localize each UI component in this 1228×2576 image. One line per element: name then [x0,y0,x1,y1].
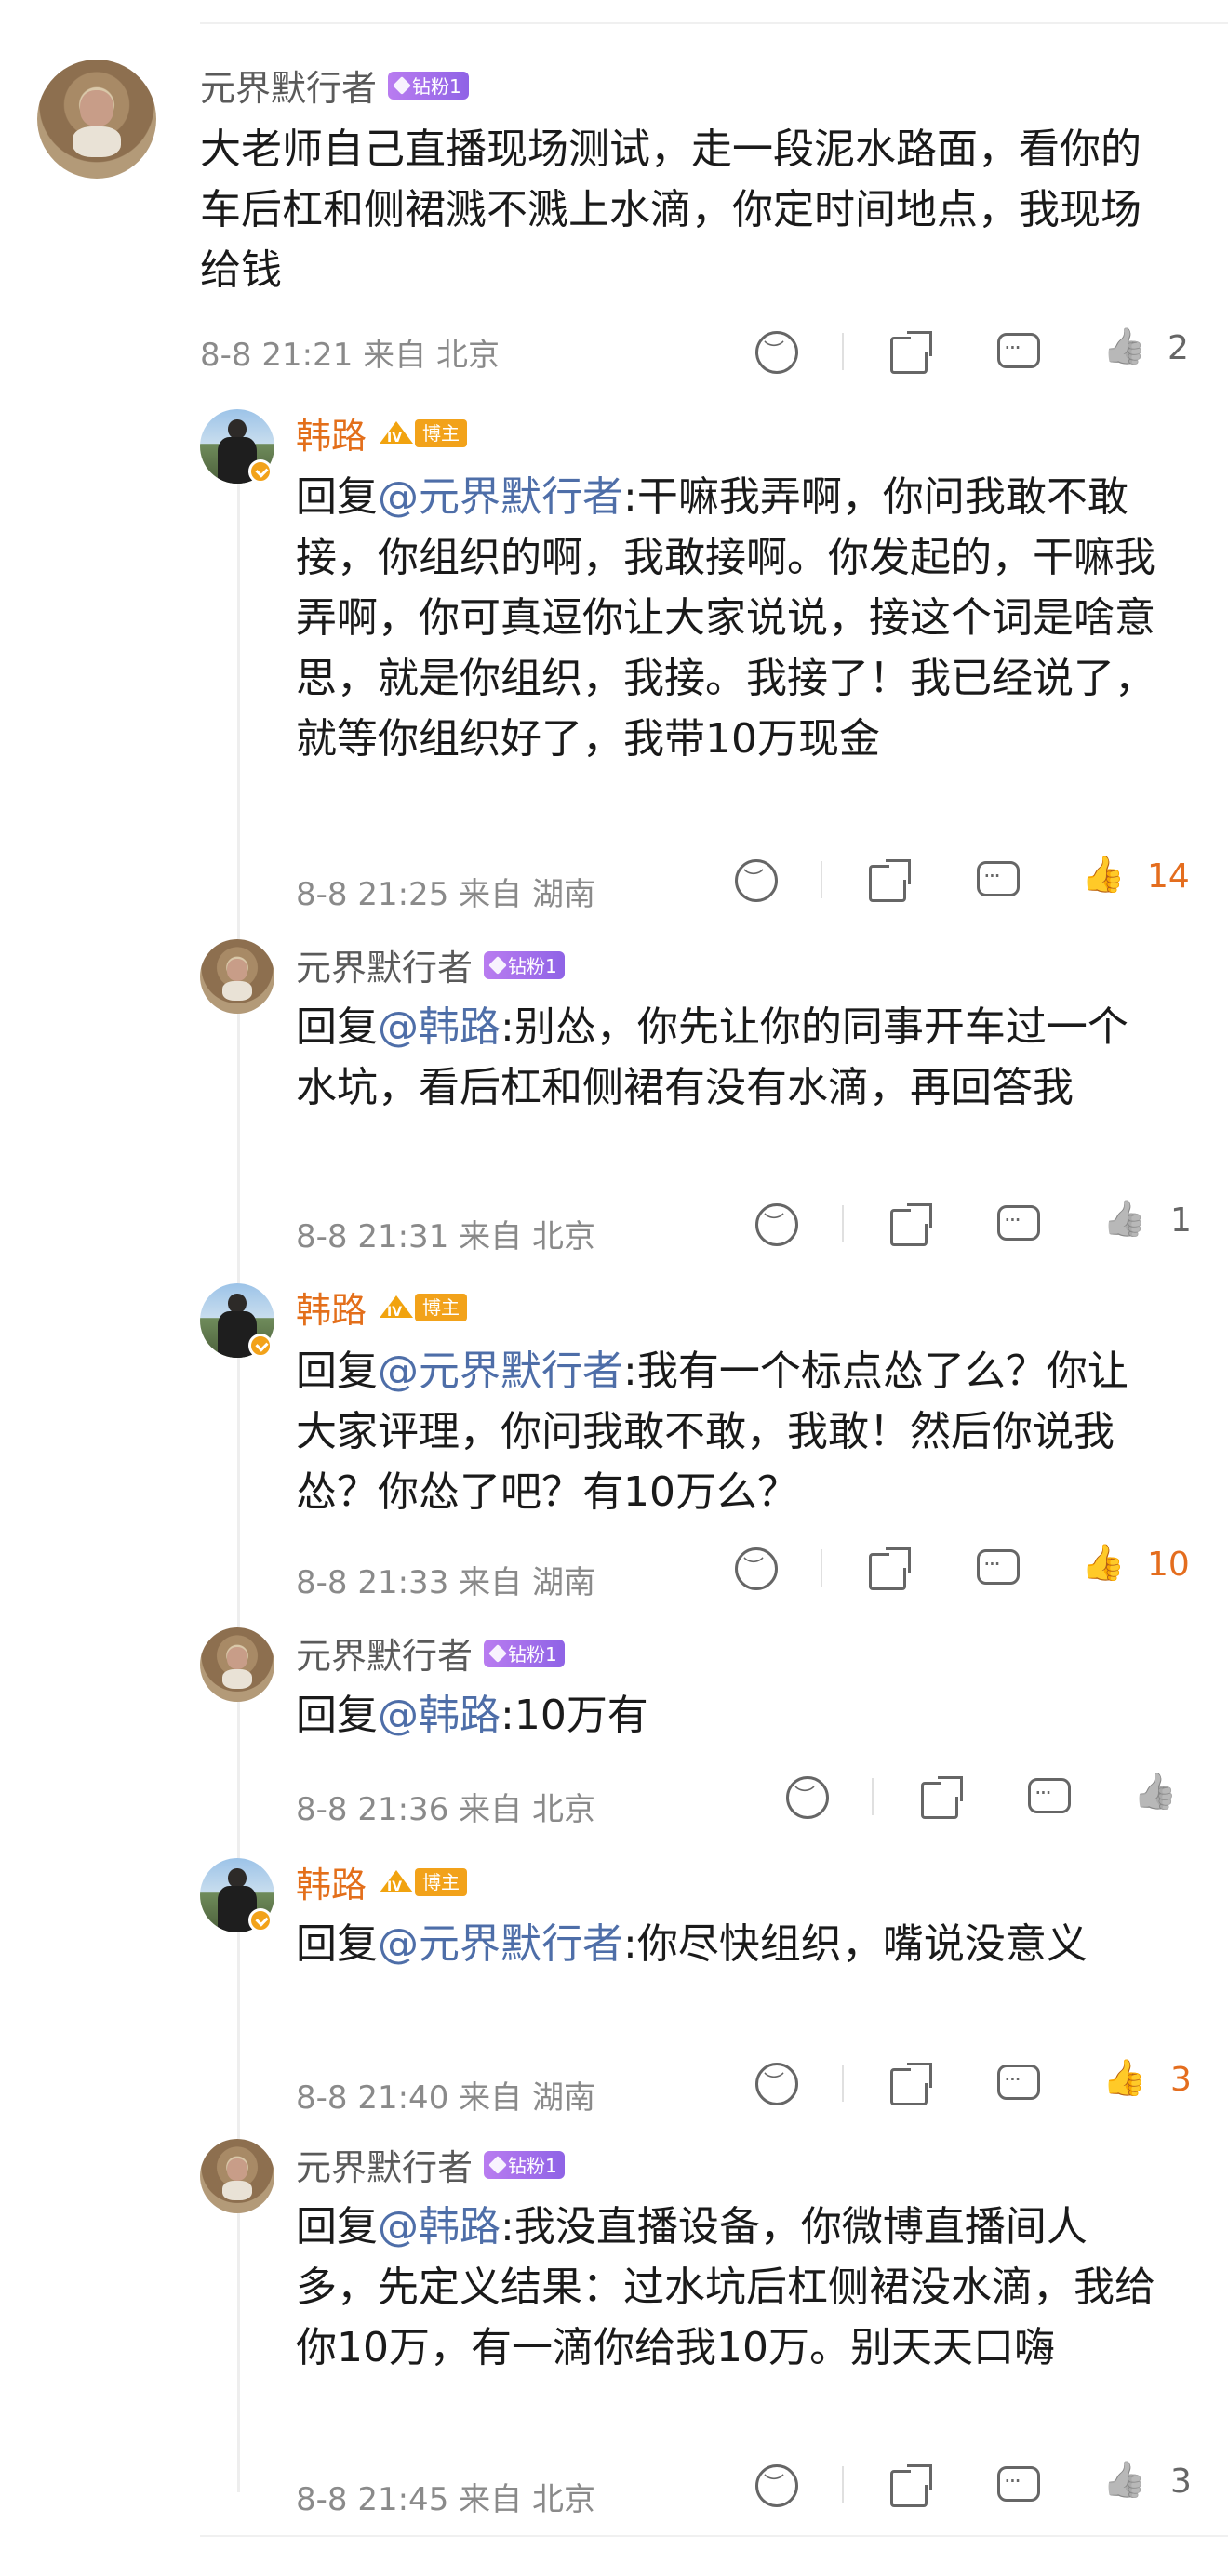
reply-meta: 8-8 21:25 来自 湖南 [296,876,595,913]
comment-icon[interactable] [995,1202,1040,1246]
comment-icon[interactable] [995,2061,1040,2105]
sad-face-icon[interactable] [754,2061,798,2105]
reply-meta: 8-8 21:45 来自 北京 [296,2481,595,2518]
like-count: 3 [1170,2061,1192,2099]
like-icon[interactable] [1133,1771,1178,1815]
like-count: 14 [1147,857,1190,896]
diamond-icon [488,1643,507,1663]
like-icon[interactable] [1081,1542,1126,1587]
sad-face-icon[interactable] [733,857,778,902]
comment-icon[interactable] [1026,1774,1071,1819]
like-icon[interactable] [1102,1198,1147,1242]
comment-icon[interactable] [975,1546,1020,1590]
fan-badge[interactable]: 钻粉1 [484,1639,565,1667]
mention-link[interactable]: @元界默行者 [378,1920,623,1968]
divider [842,2065,844,2102]
share-icon[interactable] [919,1774,964,1819]
blogger-badge: IV 博主 [378,1866,468,1898]
divider [821,861,822,898]
like-count: 3 [1170,2463,1192,2501]
diamond-icon [488,955,507,975]
bottom-divider [200,2535,1228,2537]
divider [872,1778,874,1815]
username[interactable]: 元界默行者 [296,939,473,990]
divider [842,2466,844,2503]
crown-icon: IV [378,418,415,449]
username[interactable]: 元界默行者 [200,60,377,111]
username[interactable]: 元界默行者 [296,1627,473,1679]
top-divider [200,22,1228,24]
like-count: 2 [1168,329,1189,367]
like-count: 10 [1147,1546,1190,1584]
username[interactable]: 韩路 [296,1281,367,1333]
share-icon[interactable] [888,2061,933,2105]
like-icon[interactable] [1102,325,1147,370]
sad-face-icon[interactable] [784,1774,829,1819]
comment-meta: 8-8 21:21 来自 北京 [200,337,500,374]
mention-link[interactable]: @元界默行者 [378,473,623,521]
reply-meta: 8-8 21:31 来自 北京 [296,1218,595,1255]
reply-meta: 8-8 21:40 来自 湖南 [296,2079,595,2117]
mention-link[interactable]: @韩路 [378,2203,501,2251]
comment-icon[interactable] [975,857,1020,902]
avatar[interactable] [37,60,156,179]
share-icon[interactable] [867,1546,912,1590]
sad-face-icon[interactable] [754,1202,798,1246]
crown-icon: IV [378,1292,415,1323]
fan-badge[interactable]: 钻粉1 [388,71,469,100]
crown-icon: IV [378,1866,415,1898]
comment-icon[interactable] [995,329,1040,374]
sad-face-icon[interactable] [733,1546,778,1590]
verified-icon [248,1334,273,1358]
blogger-badge: IV 博主 [378,418,468,449]
like-icon[interactable] [1102,2459,1147,2503]
username[interactable]: 韩路 [296,407,367,458]
share-icon[interactable] [888,2463,933,2507]
share-icon[interactable] [888,329,933,374]
reply-text: 回复@元界默行者:我有一个标点怂了么？你让大家评理，你问我敢不敢，我敢！然后你说… [296,1348,1128,1516]
avatar[interactable] [200,939,274,1014]
reply-text: 回复@韩路:我没直播设备，你微博直播间人多，先定义结果：过水坑后杠侧裙没水滴，我… [296,2203,1155,2371]
comment-text: 大老师自己直播现场测试，走一段泥水路面，看你的车后杠和侧裙溅不溅上水滴，你定时间… [200,126,1141,294]
divider [821,1549,822,1587]
fan-badge[interactable]: 钻粉1 [484,950,565,979]
diamond-icon [393,75,411,95]
divider [842,333,844,370]
reply-text: 回复@韩路:10万有 [296,1692,648,1739]
mention-link[interactable]: @韩路 [378,1692,501,1739]
like-icon[interactable] [1102,2057,1147,2102]
mention-link[interactable]: @元界默行者 [378,1348,623,1395]
reply-meta: 8-8 21:33 来自 湖南 [296,1564,595,1601]
diamond-icon [488,2155,507,2174]
reply-text: 回复@元界默行者:你尽快组织，嘴说没意义 [296,1920,1088,1968]
share-icon[interactable] [867,857,912,902]
sad-face-icon[interactable] [754,2463,798,2507]
blogger-badge: IV 博主 [378,1292,468,1323]
sad-face-icon[interactable] [754,329,798,374]
reply-text: 回复@韩路:别怂，你先让你的同事开车过一个水坑，看后杠和侧裙有没有水滴，再回答我 [296,1003,1128,1111]
reply-meta: 8-8 21:36 来自 北京 [296,1791,595,1828]
fan-badge[interactable]: 钻粉1 [484,2150,565,2179]
share-icon[interactable] [888,1202,933,1246]
verified-icon [248,1908,273,1932]
avatar[interactable] [200,2139,274,2213]
divider [842,1205,844,1242]
username[interactable]: 韩路 [296,1856,367,1907]
like-count: 1 [1170,1202,1192,1240]
like-icon[interactable] [1081,854,1126,898]
mention-link[interactable]: @韩路 [378,1003,501,1051]
reply-text: 回复@元界默行者:干嘛我弄啊，你问我敢不敢接，你组织的啊，我敢接啊。你发起的，干… [296,473,1155,763]
avatar[interactable] [200,1627,274,1702]
comment-icon[interactable] [995,2463,1040,2507]
verified-icon [248,459,273,484]
username[interactable]: 元界默行者 [296,2139,473,2190]
